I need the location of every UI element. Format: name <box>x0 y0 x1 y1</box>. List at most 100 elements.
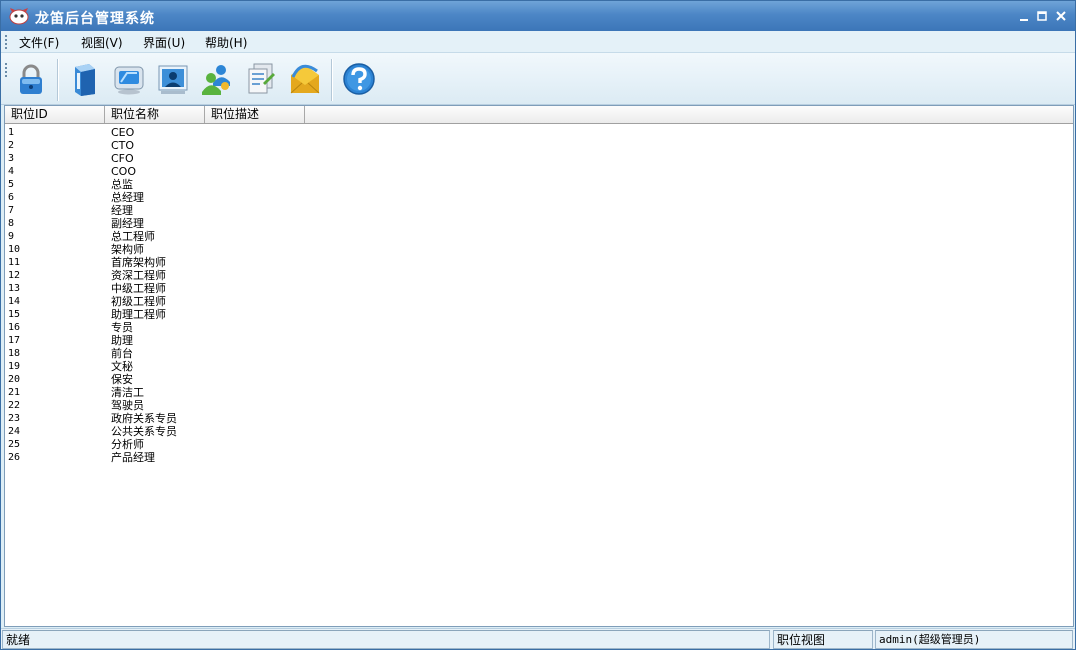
cell-position-id: 16 <box>8 322 21 333</box>
cell-position-name: 助理工程师 <box>111 308 166 321</box>
column-header-id[interactable]: 职位ID <box>5 106 105 123</box>
table-row[interactable]: 12 资深工程师 <box>5 269 1073 282</box>
window-title: 龙笛后台管理系统 <box>35 11 155 27</box>
cell-position-name: 副经理 <box>111 217 144 230</box>
table-row[interactable]: 17 助理 <box>5 334 1073 347</box>
table-row[interactable]: 11 首席架构师 <box>5 256 1073 269</box>
table-row[interactable]: 5 总监 <box>5 178 1073 191</box>
cell-position-name: 驾驶员 <box>111 399 144 412</box>
cell-position-name: 分析师 <box>111 438 144 451</box>
cell-position-name: 经理 <box>111 204 133 217</box>
table-row[interactable]: 6 总经理 <box>5 191 1073 204</box>
table-row[interactable]: 3 CFO <box>5 152 1073 165</box>
menu-help[interactable]: 帮助(H) <box>205 34 247 51</box>
help-icon[interactable] <box>341 61 377 97</box>
cell-position-id: 11 <box>8 257 21 268</box>
cell-position-name: 架构师 <box>111 243 144 256</box>
maximize-icon[interactable] <box>1035 9 1049 23</box>
toolbar-grip <box>5 63 8 79</box>
menu-bar: 文件(F) 视图(V) 界面(U) 帮助(H) <box>1 31 1075 53</box>
cell-position-name: 资深工程师 <box>111 269 166 282</box>
table-row[interactable]: 9 总工程师 <box>5 230 1073 243</box>
column-header-description[interactable]: 职位描述 <box>205 106 305 123</box>
table-row[interactable]: 19 文秘 <box>5 360 1073 373</box>
cell-position-id: 2 <box>8 140 15 151</box>
user-card-icon[interactable] <box>155 61 191 97</box>
table-row[interactable]: 15 助理工程师 <box>5 308 1073 321</box>
cell-position-id: 18 <box>8 348 21 359</box>
table-row[interactable]: 21 清洁工 <box>5 386 1073 399</box>
app-window: 龙笛后台管理系统 文件(F) 视图(V) 界面(U) 帮助(H) 职位ID 职位… <box>0 0 1076 650</box>
title-bar[interactable]: 龙笛后台管理系统 <box>1 1 1075 31</box>
menu-grip <box>5 35 8 51</box>
table-row[interactable]: 18 前台 <box>5 347 1073 360</box>
documents-icon[interactable] <box>243 61 279 97</box>
table-row[interactable]: 16 专员 <box>5 321 1073 334</box>
cell-position-name: CEO <box>111 126 135 139</box>
cell-position-id: 20 <box>8 374 21 385</box>
table-row[interactable]: 14 初级工程师 <box>5 295 1073 308</box>
status-user: admin(超级管理员) <box>875 630 1073 649</box>
cell-position-name: 总监 <box>111 178 133 191</box>
cell-position-name: 公共关系专员 <box>111 425 177 438</box>
table-row[interactable]: 4 COO <box>5 165 1073 178</box>
cell-position-name: 总经理 <box>111 191 144 204</box>
cell-position-name: 文秘 <box>111 360 133 373</box>
cell-position-name: 总工程师 <box>111 230 155 243</box>
table-row[interactable]: 26 产品经理 <box>5 451 1073 464</box>
close-icon[interactable] <box>1054 9 1068 23</box>
cell-position-id: 10 <box>8 244 21 255</box>
monitor-icon[interactable] <box>111 61 147 97</box>
table-row[interactable]: 13 中级工程师 <box>5 282 1073 295</box>
menu-view[interactable]: 视图(V) <box>81 34 123 51</box>
cell-position-name: CFO <box>111 152 134 165</box>
cell-position-id: 25 <box>8 439 21 450</box>
cell-position-name: 专员 <box>111 321 133 334</box>
position-list[interactable]: 职位ID 职位名称 职位描述 1 CEO 2 CTO 3 CFO 4 COO 5 总监 6 总经理 7 经… <box>4 105 1074 627</box>
cell-position-id: 21 <box>8 387 21 398</box>
users-icon[interactable] <box>199 61 235 97</box>
cell-position-id: 4 <box>8 166 15 177</box>
cell-position-name: 中级工程师 <box>111 282 166 295</box>
cell-position-name: 首席架构师 <box>111 256 166 269</box>
cell-position-id: 5 <box>8 179 15 190</box>
table-row[interactable]: 22 驾驶员 <box>5 399 1073 412</box>
cell-position-name: CTO <box>111 139 135 152</box>
cell-position-id: 19 <box>8 361 21 372</box>
mail-icon[interactable] <box>287 61 323 97</box>
cell-position-id: 12 <box>8 270 21 281</box>
cell-position-id: 22 <box>8 400 21 411</box>
list-rows: 1 CEO 2 CTO 3 CFO 4 COO 5 总监 6 总经理 7 经理 8 副经理 9 总工程师 10 架构师… <box>5 126 1073 464</box>
cell-position-id: 6 <box>8 192 15 203</box>
table-row[interactable]: 8 副经理 <box>5 217 1073 230</box>
column-header-name[interactable]: 职位名称 <box>105 106 205 123</box>
cell-position-name: COO <box>111 165 136 178</box>
table-row[interactable]: 1 CEO <box>5 126 1073 139</box>
table-row[interactable]: 10 架构师 <box>5 243 1073 256</box>
table-row[interactable]: 23 政府关系专员 <box>5 412 1073 425</box>
menu-interface[interactable]: 界面(U) <box>143 34 185 51</box>
cell-position-name: 保安 <box>111 373 133 386</box>
table-row[interactable]: 20 保安 <box>5 373 1073 386</box>
lock-icon[interactable] <box>13 61 49 97</box>
cell-position-id: 8 <box>8 218 15 229</box>
list-header: 职位ID 职位名称 职位描述 <box>5 106 1073 124</box>
minimize-icon[interactable] <box>1017 9 1031 23</box>
menu-file[interactable]: 文件(F) <box>19 34 59 51</box>
cell-position-id: 23 <box>8 413 21 424</box>
cell-position-id: 15 <box>8 309 21 320</box>
table-row[interactable]: 7 经理 <box>5 204 1073 217</box>
cell-position-id: 7 <box>8 205 15 216</box>
table-row[interactable]: 2 CTO <box>5 139 1073 152</box>
table-row[interactable]: 24 公共关系专员 <box>5 425 1073 438</box>
toolbar-separator <box>331 59 333 101</box>
cell-position-name: 助理 <box>111 334 133 347</box>
table-row[interactable]: 25 分析师 <box>5 438 1073 451</box>
cell-position-id: 26 <box>8 452 21 463</box>
cell-position-name: 政府关系专员 <box>111 412 177 425</box>
cell-position-name: 初级工程师 <box>111 295 166 308</box>
cell-position-id: 9 <box>8 231 15 242</box>
book-icon[interactable] <box>67 61 103 97</box>
toolbar-separator <box>57 59 59 101</box>
status-message: 就绪 <box>2 630 770 649</box>
